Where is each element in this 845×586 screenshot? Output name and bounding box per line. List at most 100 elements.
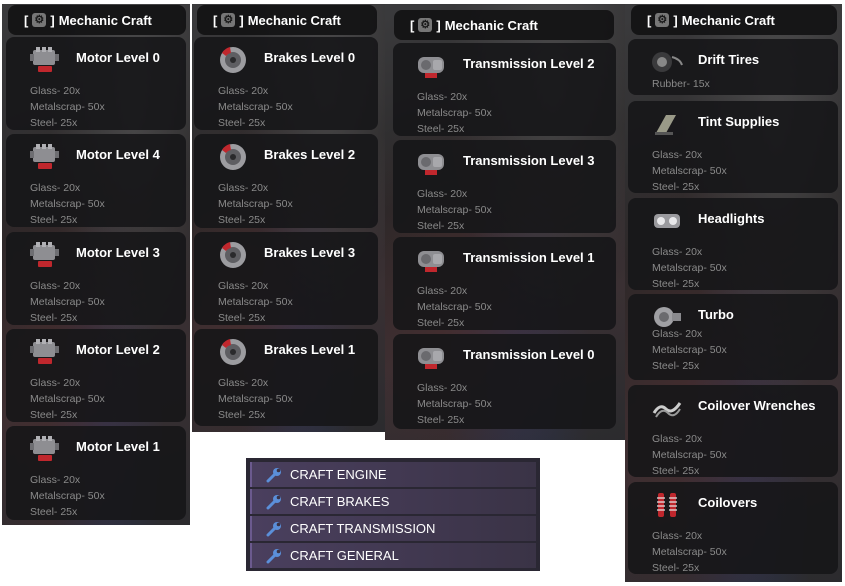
req-line: Metalscrap- 50x (652, 262, 727, 274)
craft-item-motor-1[interactable]: Motor Level 1 Glass- 20x Metalscrap- 50x… (6, 426, 186, 520)
item-title: Transmission Level 0 (463, 347, 595, 362)
brake-disc-icon (216, 142, 250, 172)
req-line: Glass- 20x (652, 433, 703, 445)
header-title: Mechanic Craft (58, 12, 152, 28)
req-line: Glass- 20x (652, 149, 703, 161)
gear-icon: ⚙ (655, 13, 670, 27)
req-line: Steel- 25x (417, 414, 465, 426)
req-line: Metalscrap- 50x (218, 393, 293, 405)
req-line: Metalscrap- 50x (417, 107, 492, 119)
req-line: Metalscrap- 50x (652, 165, 727, 177)
craft-item-transmission-0[interactable]: Transmission Level 0 Glass- 20x Metalscr… (393, 334, 616, 429)
item-title: Brakes Level 3 (264, 245, 356, 260)
header-transmission: [ ⚙ ] Mechanic Craft (394, 10, 614, 40)
header-title: Mechanic Craft (247, 12, 341, 28)
item-title: Brakes Level 0 (264, 50, 356, 65)
req-line: Steel- 25x (417, 220, 465, 232)
craft-item-transmission-1[interactable]: Transmission Level 1 Glass- 20x Metalscr… (393, 237, 616, 330)
req-line: Steel- 25x (218, 214, 266, 226)
craft-item-transmission-2[interactable]: Transmission Level 2 Glass- 20x Metalscr… (393, 43, 616, 136)
header-title: Mechanic Craft (681, 12, 775, 28)
header-engine: [ ⚙ ] Mechanic Craft (8, 5, 186, 35)
item-title: Motor Level 1 (76, 439, 160, 454)
req-line: Steel- 25x (652, 465, 700, 477)
item-title: Transmission Level 3 (463, 153, 595, 168)
bracket-open: [ (410, 17, 415, 33)
req-line: Steel- 25x (652, 562, 700, 574)
brake-disc-icon (216, 240, 250, 270)
engine-icon (28, 337, 62, 367)
gear-icon: ⚙ (32, 13, 47, 27)
menu-craft-brakes[interactable]: CRAFT BRAKES (250, 489, 536, 514)
craft-category-menu: CRAFT ENGINE CRAFT BRAKES CRAFT TRANSMIS… (246, 458, 540, 571)
menu-craft-transmission[interactable]: CRAFT TRANSMISSION (250, 516, 536, 541)
craft-item-motor-3[interactable]: Motor Level 3 Glass- 20x Metalscrap- 50x… (6, 232, 186, 325)
menu-craft-engine[interactable]: CRAFT ENGINE (250, 462, 536, 487)
req-line: Metalscrap- 50x (30, 296, 105, 308)
brake-disc-icon (216, 337, 250, 367)
item-title: Motor Level 4 (76, 147, 160, 162)
menu-craft-general[interactable]: CRAFT GENERAL (250, 543, 536, 568)
bracket-open: [ (213, 12, 218, 28)
wrench-icon (266, 521, 282, 537)
engine-icon (28, 240, 62, 270)
tire-icon (650, 47, 684, 77)
craft-item-headlights[interactable]: Headlights Glass- 20x Metalscrap- 50x St… (628, 198, 838, 290)
req-line: Glass- 20x (218, 85, 269, 97)
craft-item-motor-0[interactable]: Motor Level 0 Glass- 20x Metalscrap- 50x… (6, 37, 186, 130)
craft-item-tint-supplies[interactable]: Tint Supplies Glass- 20x Metalscrap- 50x… (628, 101, 838, 193)
craft-item-coilovers[interactable]: Coilovers Glass- 20x Metalscrap- 50x Ste… (628, 482, 838, 574)
transmission-icon (415, 342, 449, 372)
tint-icon (650, 109, 684, 139)
craft-item-transmission-3[interactable]: Transmission Level 3 Glass- 20x Metalscr… (393, 140, 616, 233)
craft-item-coilover-wrenches[interactable]: Coilover Wrenches Glass- 20x Metalscrap-… (628, 385, 838, 477)
req-line: Steel- 25x (30, 312, 78, 324)
req-line: Steel- 25x (30, 409, 78, 421)
craft-item-brakes-1[interactable]: Brakes Level 1 Glass- 20x Metalscrap- 50… (194, 329, 378, 426)
req-line: Metalscrap- 50x (30, 393, 105, 405)
item-title: Coilover Wrenches (698, 398, 816, 413)
craft-item-turbo[interactable]: Turbo Glass- 20x Metalscrap- 50x Steel- … (628, 294, 838, 380)
transmission-icon (415, 148, 449, 178)
req-line: Steel- 25x (30, 117, 78, 129)
req-line: Metalscrap- 50x (652, 344, 727, 356)
req-line: Glass- 20x (218, 377, 269, 389)
item-title: Headlights (698, 211, 765, 226)
craft-item-brakes-2[interactable]: Brakes Level 2 Glass- 20x Metalscrap- 50… (194, 134, 378, 228)
craft-item-brakes-3[interactable]: Brakes Level 3 Glass- 20x Metalscrap- 50… (194, 232, 378, 325)
engine-icon (28, 434, 62, 464)
item-title: Transmission Level 1 (463, 250, 595, 265)
req-line: Metalscrap- 50x (417, 301, 492, 313)
transmission-icon (415, 245, 449, 275)
menu-label: CRAFT TRANSMISSION (290, 521, 436, 536)
req-line: Metalscrap- 50x (30, 490, 105, 502)
menu-label: CRAFT BRAKES (290, 494, 390, 509)
req-line: Metalscrap- 50x (30, 101, 105, 113)
req-line: Glass- 20x (30, 280, 81, 292)
req-line: Metalscrap- 50x (30, 198, 105, 210)
req-line: Metalscrap- 50x (652, 449, 727, 461)
transmission-icon (415, 51, 449, 81)
req-line: Steel- 25x (30, 214, 78, 226)
req-line: Steel- 25x (218, 117, 266, 129)
req-line: Glass- 20x (30, 182, 81, 194)
craft-item-drift-tires[interactable]: Drift Tires Rubber- 15x (628, 39, 838, 95)
req-line: Rubber- 15x (652, 78, 710, 90)
req-line: Glass- 20x (652, 328, 703, 340)
craft-item-motor-2[interactable]: Motor Level 2 Glass- 20x Metalscrap- 50x… (6, 329, 186, 422)
item-title: Transmission Level 2 (463, 56, 595, 71)
item-title: Motor Level 0 (76, 50, 160, 65)
craft-item-brakes-0[interactable]: Brakes Level 0 Glass- 20x Metalscrap- 50… (194, 37, 378, 130)
wrench-icon (266, 467, 282, 483)
item-title: Drift Tires (698, 52, 760, 67)
req-line: Glass- 20x (30, 85, 81, 97)
req-line: Steel- 25x (218, 312, 266, 324)
craft-item-motor-4[interactable]: Motor Level 4 Glass- 20x Metalscrap- 50x… (6, 134, 186, 227)
item-title: Tint Supplies (698, 114, 780, 129)
req-line: Metalscrap- 50x (417, 204, 492, 216)
header-brakes: [ ⚙ ] Mechanic Craft (197, 5, 377, 35)
req-line: Glass- 20x (652, 246, 703, 258)
req-line: Steel- 25x (652, 278, 700, 290)
engine-icon (28, 142, 62, 172)
bracket-close: ] (239, 12, 244, 28)
